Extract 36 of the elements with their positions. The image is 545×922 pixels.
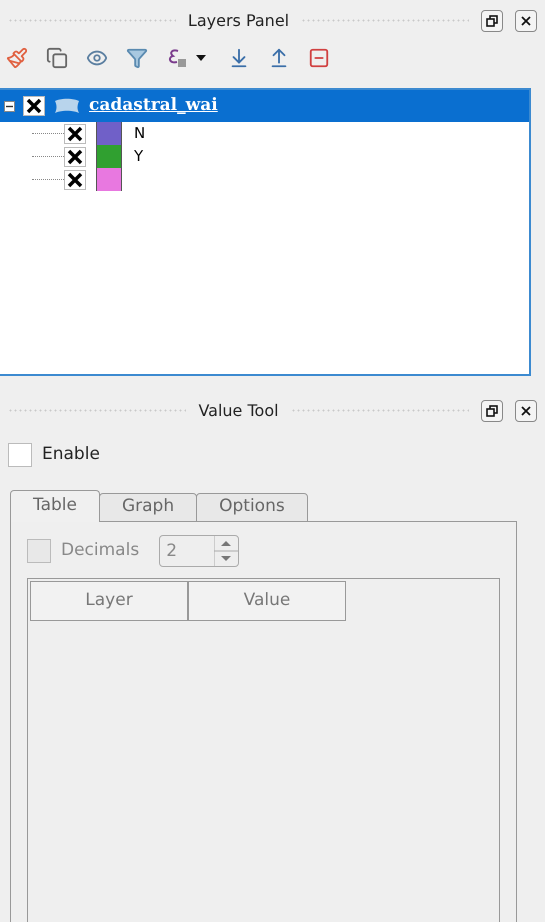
close-icon [520, 15, 532, 27]
visibility-checkbox[interactable] [23, 96, 45, 116]
float-button[interactable] [481, 10, 504, 32]
enable-label: Enable [42, 443, 100, 466]
column-header[interactable]: Layer [30, 580, 188, 620]
paintbrush-icon[interactable] [6, 47, 28, 69]
float-button[interactable] [481, 400, 504, 422]
layer-row[interactable]: cadastral_wai [0, 90, 529, 122]
copy-icon[interactable] [46, 47, 68, 69]
close-button[interactable] [515, 400, 538, 422]
restore-icon [486, 405, 498, 417]
filter-icon[interactable] [126, 47, 148, 69]
decimals-spinbox[interactable]: 2 [159, 534, 240, 566]
close-icon [520, 405, 532, 417]
column-header[interactable]: Value [188, 580, 346, 620]
visibility-checkbox[interactable] [64, 170, 86, 190]
decimals-checkbox[interactable] [27, 538, 51, 562]
enable-checkbox[interactable] [8, 442, 32, 467]
restore-icon [486, 15, 498, 27]
legend-label: N [134, 123, 146, 144]
layer-name: cadastral_wai [89, 94, 218, 118]
decimals-label: Decimals [61, 538, 140, 562]
visibility-checkbox[interactable] [64, 146, 86, 166]
tab[interactable]: Options [196, 492, 308, 522]
polygon-layer-icon [53, 97, 81, 115]
spinbox-value: 2 [165, 540, 178, 562]
panel-title: Layers Panel [188, 10, 290, 32]
spin-arrows-icon[interactable] [214, 536, 238, 566]
legend-label: Y [134, 146, 144, 168]
close-button[interactable] [515, 10, 538, 32]
collapse-toggle[interactable] [4, 100, 15, 112]
visibility-checkbox[interactable] [64, 124, 86, 144]
tab[interactable]: Table [10, 490, 100, 522]
panel-title: Value Tool [198, 400, 279, 422]
square-minus-icon[interactable] [308, 47, 330, 69]
tab[interactable]: Graph [98, 492, 198, 522]
